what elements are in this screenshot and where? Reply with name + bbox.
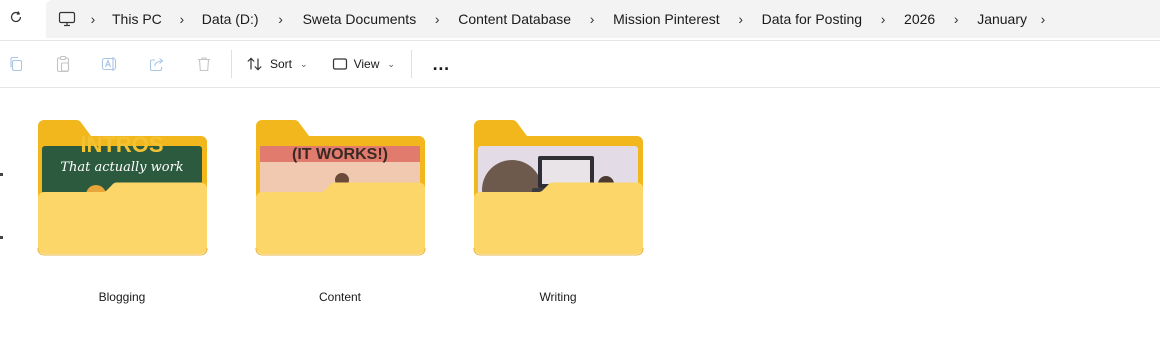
folder-name: Blogging [98, 290, 146, 304]
folder-icon: (IT WORKS!) [255, 119, 426, 256]
rename-button[interactable] [94, 48, 126, 80]
chevron-right-icon[interactable]: › [76, 11, 110, 27]
breadcrumb-item-data-d[interactable]: Data (D:) [200, 11, 261, 27]
toolbar-separator [231, 50, 232, 78]
folder-icon: INTROS That actually work [37, 119, 208, 256]
breadcrumb-item-sweta-documents[interactable]: Sweta Documents [301, 11, 419, 27]
chevron-down-icon: ⌄ [300, 58, 308, 69]
chevron-down-icon: ⌄ [387, 58, 395, 69]
more-options-button[interactable]: … [424, 48, 459, 80]
divider [0, 87, 1160, 88]
chevron-right-icon[interactable]: › [573, 11, 611, 27]
share-button[interactable] [141, 48, 173, 80]
folder-item-content[interactable]: (IT WORKS!) Content [254, 118, 426, 308]
more-options-icon: … [431, 53, 451, 74]
sort-button[interactable]: Sort ⌄ [238, 48, 316, 80]
clipboard-icon [56, 55, 70, 73]
folder-item-blogging[interactable]: INTROS That actually work Blogging [36, 118, 208, 308]
chevron-right-icon[interactable]: › [1029, 11, 1057, 27]
folder-icon [473, 119, 644, 256]
paste-button[interactable] [47, 48, 79, 80]
nav-pane-edge-mark [0, 236, 3, 239]
sort-icon [247, 57, 262, 71]
breadcrumb-item-mission-pinterest[interactable]: Mission Pinterest [611, 11, 722, 27]
chevron-right-icon[interactable]: › [864, 11, 902, 27]
breadcrumb-item-this-pc[interactable]: This PC [110, 11, 164, 27]
view-icon [332, 58, 347, 70]
breadcrumb-item-data-for-posting[interactable]: Data for Posting [760, 11, 864, 27]
rename-icon [101, 57, 117, 71]
sort-label: Sort [270, 57, 293, 71]
breadcrumb-item-january[interactable]: January [975, 11, 1029, 27]
address-bar-row: › This PC › Data (D:) › Sweta Documents … [0, 0, 1160, 40]
breadcrumb-item-content-database[interactable]: Content Database [456, 11, 573, 27]
refresh-icon [10, 11, 22, 23]
refresh-button[interactable] [6, 7, 26, 27]
nav-pane-edge-mark [0, 173, 3, 176]
chevron-right-icon[interactable]: › [937, 11, 975, 27]
preview-title: (IT WORKS!) [292, 146, 388, 163]
chevron-right-icon[interactable]: › [164, 11, 200, 27]
breadcrumb-item-2026[interactable]: 2026 [902, 11, 937, 27]
trash-icon [198, 57, 210, 72]
view-button[interactable]: View ⌄ [324, 48, 403, 80]
toolbar-separator [410, 50, 412, 78]
chevron-right-icon[interactable]: › [722, 11, 760, 27]
copy-button[interactable] [0, 48, 32, 80]
breadcrumb[interactable]: › This PC › Data (D:) › Sweta Documents … [46, 0, 1160, 38]
view-label: View [353, 57, 380, 71]
share-icon [149, 58, 164, 72]
copy-icon [10, 56, 23, 72]
chevron-right-icon[interactable]: › [261, 11, 301, 27]
command-bar: Sort ⌄ View ⌄ … [0, 41, 1160, 87]
folder-name: Writing [539, 290, 577, 304]
preview-subtitle: That actually work [60, 160, 183, 175]
preview-title: INTROS [80, 132, 163, 157]
delete-button[interactable] [188, 48, 220, 80]
this-pc-monitor-icon[interactable] [58, 11, 76, 27]
chevron-right-icon[interactable]: › [418, 11, 456, 27]
folder-item-writing[interactable]: Writing [472, 118, 644, 308]
folder-name: Content [318, 290, 362, 304]
